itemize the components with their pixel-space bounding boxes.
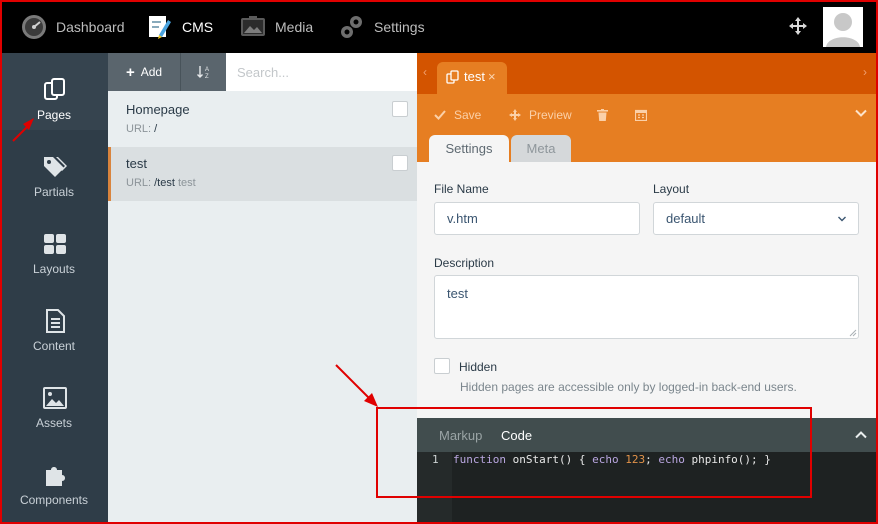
save-label: Save [454,108,482,122]
search-input[interactable] [226,53,386,91]
sidebar-item-label: Layouts [32,262,76,276]
sidebar-item-partials[interactable]: Partials [0,130,108,207]
sort-alpha-icon: AZ [196,66,209,80]
page-list-item-homepage[interactable]: Homepage URL: / [108,93,417,147]
schedule-button[interactable] [635,106,655,124]
nav-dashboard-label: Dashboard [56,18,125,35]
hidden-checkbox[interactable] [434,358,450,374]
calendar-icon [635,109,647,121]
search-box [226,53,526,91]
list-toolbar: + Add AZ [108,53,526,91]
sidebar-item-layouts[interactable]: Layouts [0,207,108,284]
settings-gears-icon [338,13,366,41]
assets-image-icon [42,385,68,411]
resize-grip-icon[interactable] [848,328,857,337]
nav-cms-label: CMS [182,18,214,35]
components-puzzle-icon [42,462,68,488]
page-url: URL: / [126,123,158,135]
cms-pencil-icon [146,13,174,41]
file-name-label: File Name [434,182,489,196]
sidebar-item-assets[interactable]: Assets [0,361,108,438]
file-name-input[interactable]: v.htm [434,202,640,235]
sidebar-item-label: Content [32,339,76,353]
page-list-item-test[interactable]: test URL: /test test [108,147,417,201]
add-button-label: Add [140,65,163,79]
page-list-panel: + Add AZ Homepage URL: / test URL: /test… [108,53,526,524]
chevron-up-icon[interactable] [854,428,868,442]
tab-scroll-right-icon[interactable]: › [863,65,867,79]
tab-code[interactable]: Code [501,428,532,443]
tab-markup[interactable]: Markup [439,428,482,443]
code-editor-panel: Markup Code 1 function onStart() { echo … [417,418,878,524]
description-label: Description [434,256,495,270]
sidebar-item-content[interactable]: Content [0,284,108,361]
partials-tags-icon [42,154,68,180]
editor-tab-strip: ‹ test × › [417,53,878,94]
preview-label: Preview [529,108,572,122]
cms-sidebar: Pages Partials Layouts Content Assets Co… [0,53,108,524]
move-arrows-icon[interactable] [788,16,808,36]
sidebar-item-components[interactable]: Components [0,438,108,515]
sidebar-item-label: Partials [33,185,74,199]
page-editor: ‹ test × › Save Preview Settings Meta Fi… [417,53,878,524]
media-image-icon [239,13,267,41]
hidden-help-text: Hidden pages are accessible only by logg… [460,380,797,394]
layout-select[interactable]: default [653,202,859,235]
nav-settings[interactable]: Settings [338,0,425,53]
layout-label: Layout [653,182,690,196]
hidden-label: Hidden [459,360,498,374]
tab-close-icon[interactable]: × [488,69,496,84]
crosshair-icon [509,109,521,121]
plus-icon: + [125,63,135,81]
pages-icon [446,70,459,84]
chevron-down-icon [838,216,846,222]
trash-icon [597,109,608,121]
sort-button[interactable]: AZ [180,53,226,91]
delete-button[interactable] [597,106,616,124]
save-button[interactable]: Save [434,106,481,124]
svg-text:A: A [205,67,209,73]
editor-tab-label: test [464,69,485,84]
page-url: URL: /test test [126,177,196,189]
nav-media[interactable]: Media [239,0,313,53]
editor-toolbar: Save Preview Settings Meta [417,94,878,162]
top-navigation-bar: Dashboard CMS Media Settings [0,0,878,53]
svg-text:Z: Z [205,74,209,80]
page-select-checkbox[interactable] [392,155,408,171]
page-title: test [126,156,147,171]
sidebar-item-label: Assets [35,416,72,430]
chevron-down-icon[interactable] [854,106,868,120]
add-page-button[interactable]: + Add [108,53,180,91]
sidebar-item-pages[interactable]: Pages [0,53,108,130]
layouts-grid-icon [42,231,68,257]
preview-button[interactable]: Preview [509,106,572,124]
tab-scroll-left-icon[interactable]: ‹ [423,65,427,79]
page-title: Homepage [126,102,190,117]
nav-cms[interactable]: CMS [146,0,213,53]
pages-icon [42,77,68,103]
page-select-checkbox[interactable] [392,101,408,117]
settings-form: File Name v.htm Layout default Descripti… [417,162,878,418]
tab-settings[interactable]: Settings [429,135,509,162]
checkmark-icon [434,109,446,121]
code-panel-header: Markup Code [417,418,878,452]
tab-meta[interactable]: Meta [511,135,571,162]
nav-media-label: Media [275,18,314,35]
nav-settings-label: Settings [374,18,425,35]
sidebar-item-label: Pages [36,108,72,122]
editor-tab-test[interactable]: test × [437,62,507,94]
sidebar-item-label: Components [19,493,89,507]
dashboard-gauge-icon [20,13,48,41]
content-document-icon [42,308,68,334]
code-line[interactable]: function onStart() { echo 123; echo phpi… [453,453,771,466]
nav-dashboard[interactable]: Dashboard [20,0,125,53]
line-number: 1 [432,453,439,466]
user-avatar[interactable] [823,7,863,47]
description-textarea[interactable]: test [434,275,859,339]
